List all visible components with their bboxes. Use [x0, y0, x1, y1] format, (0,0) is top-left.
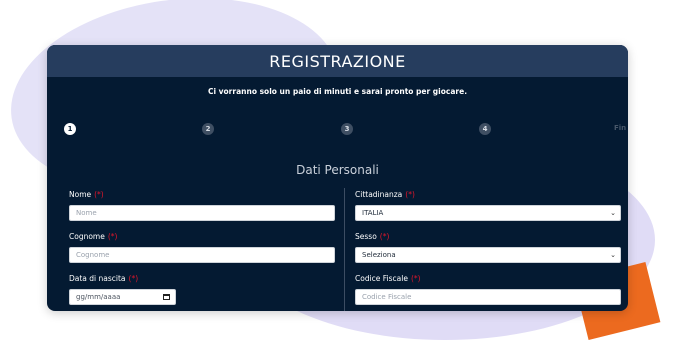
required-marker: (*) — [94, 190, 104, 199]
cognome-input[interactable]: Cognome — [69, 247, 335, 263]
chevron-down-icon: ⌄ — [610, 251, 616, 259]
nome-input[interactable]: Nome — [69, 205, 335, 221]
subtitle: Ci vorranno solo un paio di minuti e sar… — [207, 87, 468, 96]
nome-label: Nome (*) — [69, 190, 104, 199]
cognome-label: Cognome (*) — [69, 232, 118, 241]
step-2: 2 — [202, 123, 214, 135]
sesso-label: Sesso (*) — [355, 232, 390, 241]
codice-fiscale-label: Codice Fiscale (*) — [355, 274, 421, 283]
modal-header: REGISTRAZIONE — [47, 45, 628, 77]
column-divider — [344, 188, 345, 311]
cittadinanza-select[interactable]: ITALIA ⌄ — [355, 205, 621, 221]
required-marker: (*) — [379, 232, 390, 241]
calendar-icon[interactable] — [163, 294, 170, 300]
section-title: Dati Personali — [296, 163, 379, 177]
required-marker: (*) — [107, 232, 118, 241]
chevron-down-icon: ⌄ — [610, 209, 616, 217]
codice-fiscale-input[interactable]: Codice Fiscale — [355, 289, 621, 305]
required-marker: (*) — [410, 274, 421, 283]
step-1: 1 — [64, 123, 76, 135]
sesso-select[interactable]: Seleziona ⌄ — [355, 247, 621, 263]
step-3: 3 — [341, 123, 353, 135]
required-marker: (*) — [128, 274, 139, 283]
data-nascita-input[interactable]: gg/mm/aaaa — [69, 289, 176, 305]
registration-modal: REGISTRAZIONE Ci vorranno solo un paio d… — [47, 45, 628, 311]
cittadinanza-label: Cittadinanza (*) — [355, 190, 415, 199]
data-nascita-label: Data di nascita (*) — [69, 274, 139, 283]
step-final: Fin — [614, 124, 627, 132]
required-marker: (*) — [405, 190, 415, 199]
step-4: 4 — [479, 123, 491, 135]
modal-title: REGISTRAZIONE — [269, 51, 406, 71]
